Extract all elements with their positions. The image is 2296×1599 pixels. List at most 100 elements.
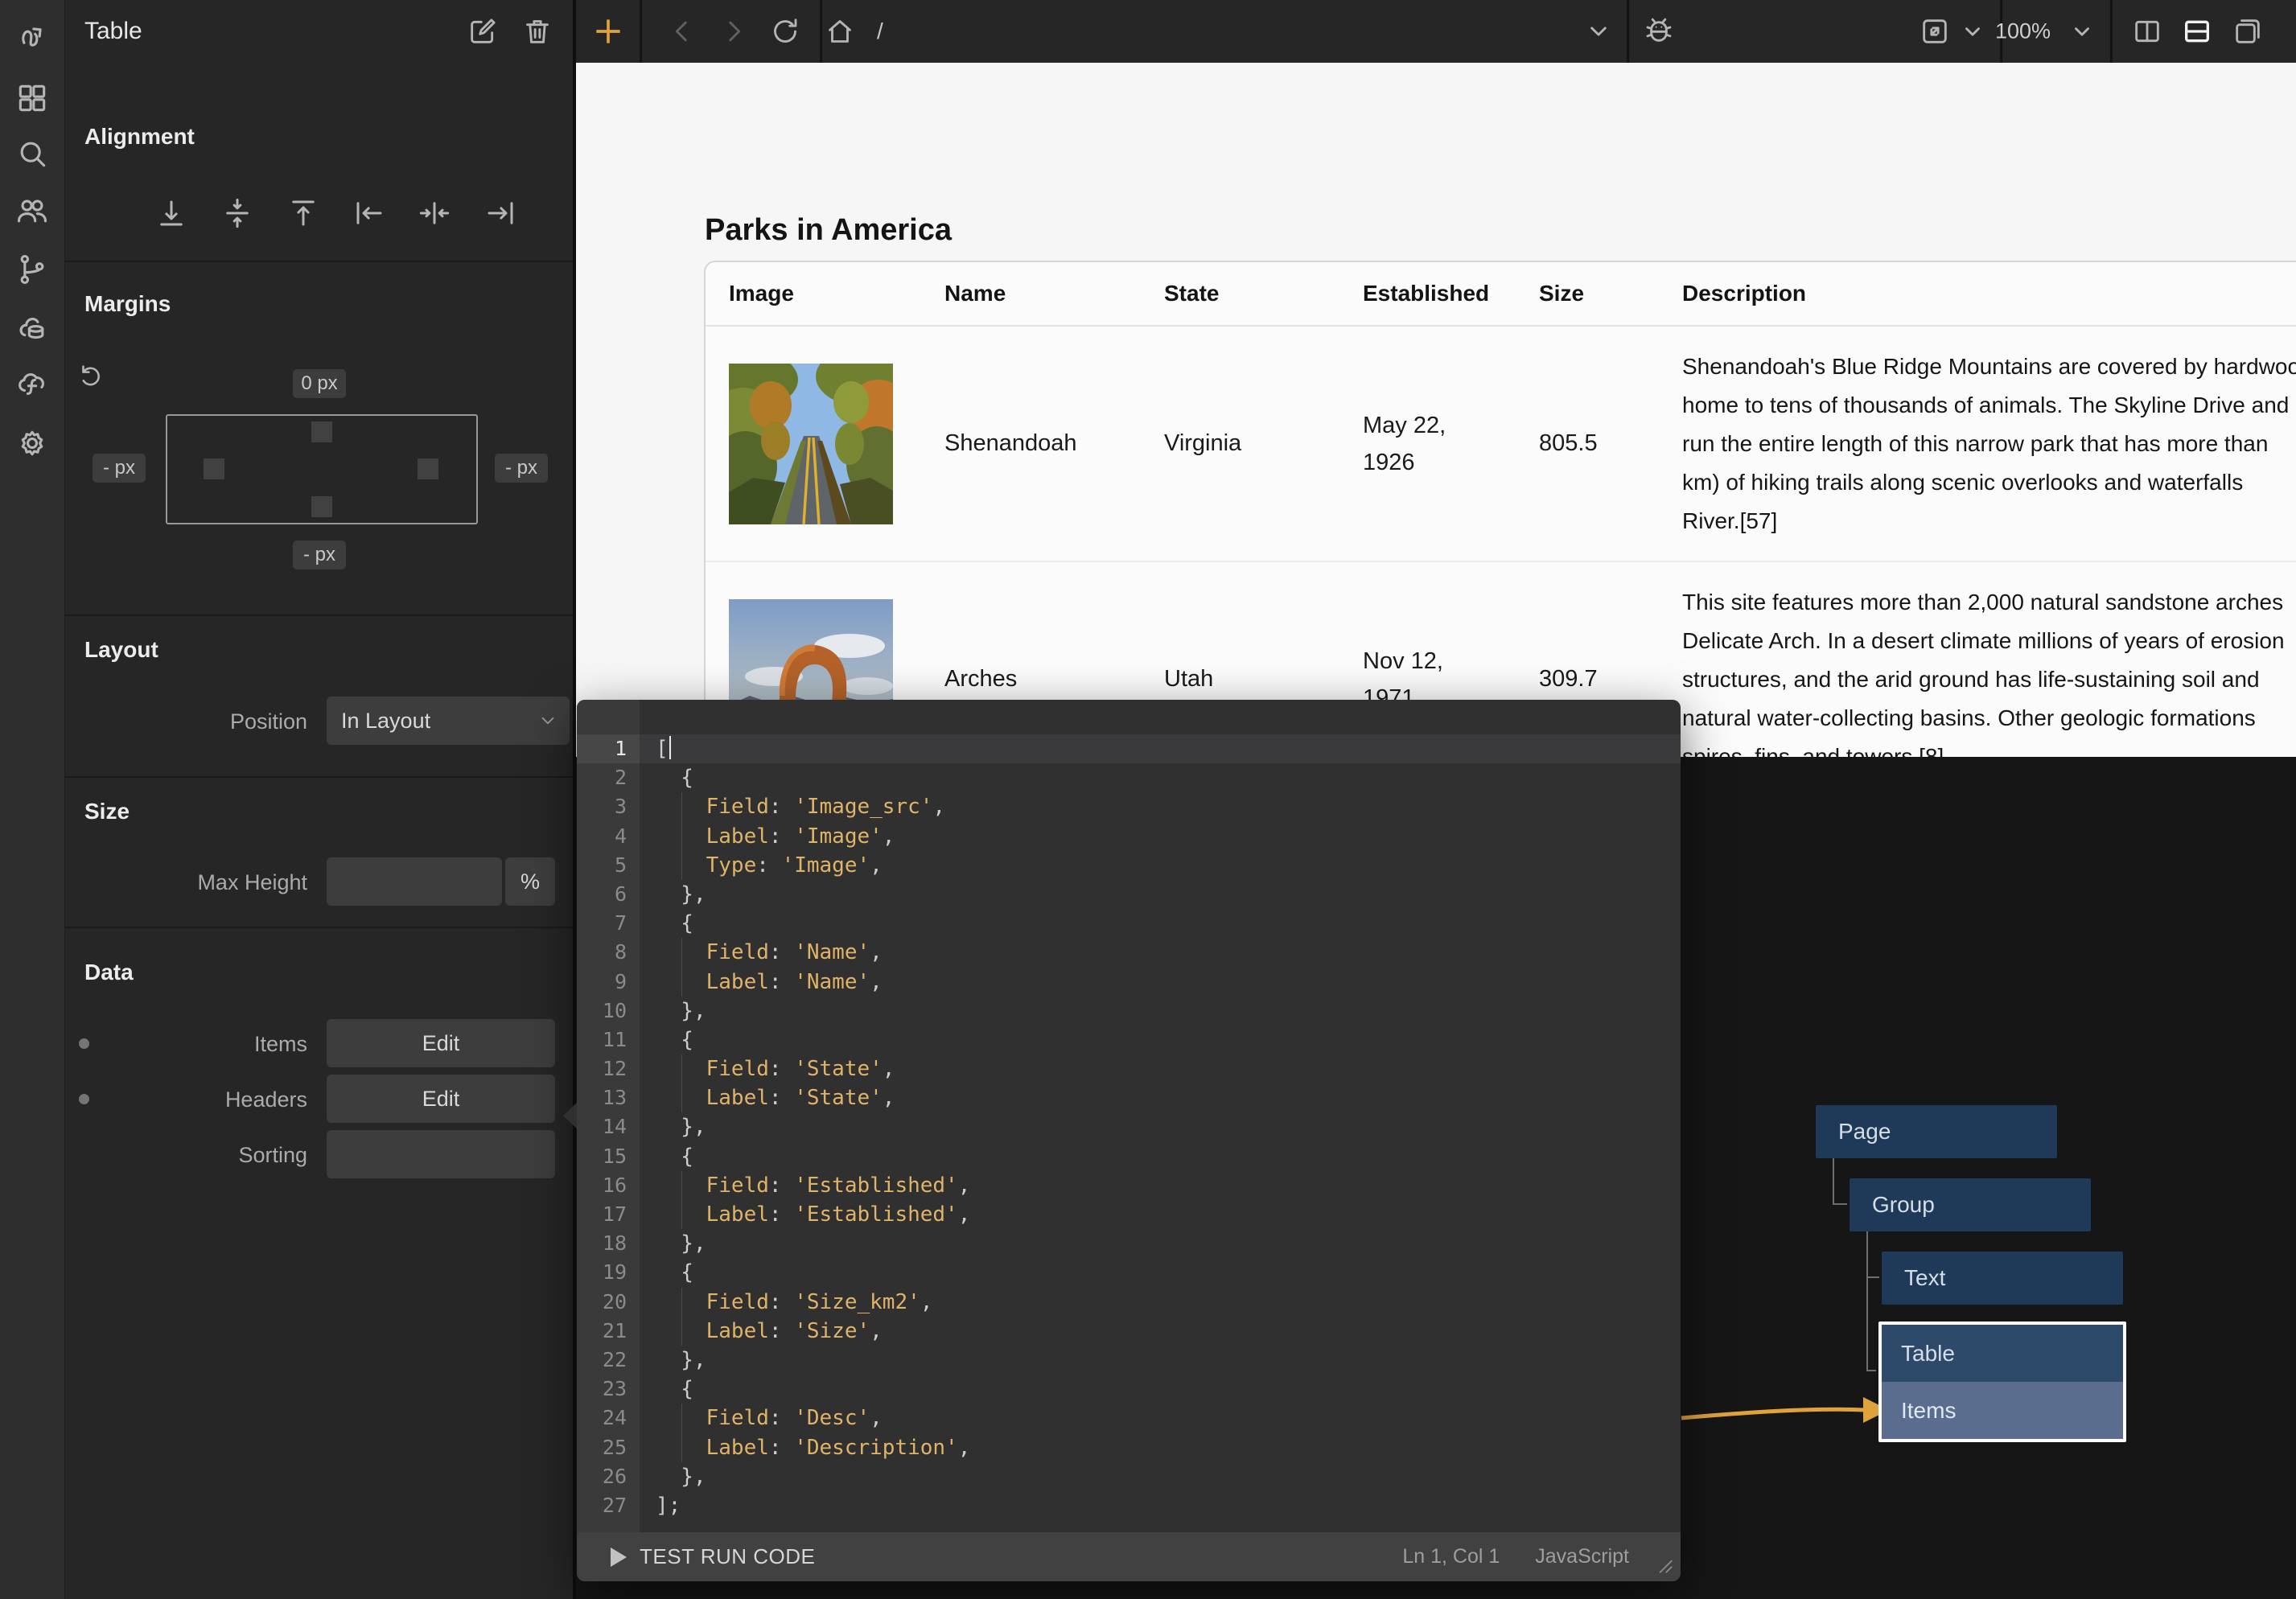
code-line[interactable]: 26 },: [577, 1462, 1681, 1491]
users-icon[interactable]: [14, 193, 50, 228]
code-line[interactable]: 12 Field: 'State',: [577, 1054, 1681, 1083]
tree-node-text[interactable]: Text: [1882, 1252, 2123, 1305]
editor-popover-tail: [563, 1102, 578, 1129]
page-path[interactable]: /: [877, 18, 883, 44]
code-line[interactable]: 24 Field: 'Desc',: [577, 1404, 1681, 1433]
align-left-icon[interactable]: [352, 196, 386, 230]
data-sources-icon[interactable]: [14, 310, 50, 346]
margin-handle-right[interactable]: [418, 458, 438, 479]
margin-right-input[interactable]: - px: [495, 454, 548, 483]
position-select[interactable]: In Layout: [327, 697, 570, 745]
margin-top-input[interactable]: 0 px: [293, 369, 346, 398]
zoom-dropdown-chevron-icon[interactable]: [2066, 15, 2098, 47]
margin-handle-left[interactable]: [204, 458, 224, 479]
code-line[interactable]: 11 {: [577, 1026, 1681, 1054]
code-line[interactable]: 13 Label: 'State',: [577, 1083, 1681, 1112]
table-component[interactable]: Image Name State Established Size Descri…: [704, 261, 2296, 757]
stacked-windows-icon[interactable]: [2232, 15, 2264, 47]
tree-node-label: Text: [1904, 1265, 1945, 1291]
code-line[interactable]: 14 },: [577, 1112, 1681, 1141]
cell-established: May 22, 1926: [1363, 407, 1539, 481]
test-run-code-button[interactable]: TEST RUN CODE: [611, 1544, 815, 1569]
version-control-icon[interactable]: [14, 252, 50, 287]
tree-node-table[interactable]: Table: [1882, 1325, 2123, 1382]
reset-margins-icon[interactable]: [76, 362, 105, 391]
items-label: Items: [82, 1032, 307, 1057]
align-top-icon[interactable]: [286, 196, 320, 230]
code-line[interactable]: 17 Label: 'Established',: [577, 1200, 1681, 1229]
code-lines[interactable]: 1[2 {3 Field: 'Image_src',4 Label: 'Imag…: [577, 734, 1681, 1520]
zoom-level[interactable]: 100%: [1995, 19, 2051, 44]
code-line[interactable]: 21 Label: 'Size',: [577, 1317, 1681, 1346]
app-logo-icon[interactable]: [14, 19, 50, 55]
code-line[interactable]: 27];: [577, 1491, 1681, 1520]
col-header-image: Image: [729, 281, 944, 306]
code-line[interactable]: 15 {: [577, 1142, 1681, 1171]
delete-component-icon[interactable]: [521, 15, 553, 47]
code-line[interactable]: 3 Field: 'Image_src',: [577, 792, 1681, 821]
tree-node-label: Group: [1872, 1192, 1935, 1218]
tree-node-table-items[interactable]: Items: [1882, 1382, 2123, 1439]
code-line[interactable]: 23 {: [577, 1375, 1681, 1404]
nav-back-icon[interactable]: [666, 15, 698, 47]
language-indicator: JavaScript: [1535, 1545, 1629, 1568]
align-horizontal-center-icon[interactable]: [418, 196, 451, 230]
align-bottom-icon[interactable]: [154, 196, 188, 230]
align-vertical-center-icon[interactable]: [220, 196, 254, 230]
margin-left-input[interactable]: - px: [93, 454, 146, 483]
position-label: Position: [82, 709, 307, 734]
editor-footer: TEST RUN CODE Ln 1, Col 1 JavaScript: [577, 1532, 1681, 1581]
max-height-unit[interactable]: %: [505, 857, 555, 906]
split-rows-icon[interactable]: [2181, 15, 2213, 47]
align-right-icon[interactable]: [483, 196, 517, 230]
viewport-size-icon[interactable]: [1919, 15, 1951, 47]
cell-state: Virginia: [1164, 430, 1363, 457]
path-dropdown-chevron-icon[interactable]: [1582, 15, 1615, 47]
tree-node-group[interactable]: Group: [1850, 1178, 2091, 1231]
code-line[interactable]: 9 Label: 'Name',: [577, 968, 1681, 997]
debug-bug-icon[interactable]: [1643, 15, 1675, 47]
code-line[interactable]: 6 },: [577, 880, 1681, 909]
split-columns-icon[interactable]: [2131, 15, 2163, 47]
max-height-input[interactable]: [327, 857, 502, 906]
code-line[interactable]: 7 {: [577, 909, 1681, 938]
section-heading-size: Size: [84, 799, 130, 824]
top-toolbar: Table /: [64, 0, 2296, 63]
margin-handle-bottom[interactable]: [311, 496, 332, 517]
add-component-button[interactable]: [576, 0, 640, 63]
rename-component-icon[interactable]: [467, 15, 499, 47]
margin-handle-top[interactable]: [311, 421, 332, 442]
settings-gear-icon[interactable]: [14, 425, 50, 461]
code-line[interactable]: 25 Label: 'Description',: [577, 1433, 1681, 1462]
code-line[interactable]: 16 Field: 'Established',: [577, 1171, 1681, 1200]
sorting-input[interactable]: [327, 1130, 555, 1178]
icon-rail: [0, 0, 65, 1599]
code-line[interactable]: 22 },: [577, 1346, 1681, 1375]
code-line[interactable]: 1[: [577, 734, 1681, 763]
canvas-preview[interactable]: Parks in America Image Name State Establ…: [576, 63, 2296, 757]
margin-bottom-input[interactable]: - px: [293, 541, 346, 569]
preview-page-title: Parks in America: [705, 213, 952, 248]
functions-icon[interactable]: [14, 366, 50, 401]
code-line[interactable]: 10 },: [577, 997, 1681, 1026]
components-icon[interactable]: [14, 80, 50, 116]
search-icon[interactable]: [14, 136, 50, 171]
viewport-dropdown-chevron-icon[interactable]: [1957, 15, 1989, 47]
code-line[interactable]: 4 Label: 'Image',: [577, 822, 1681, 851]
code-line[interactable]: 5 Type: 'Image',: [577, 851, 1681, 880]
refresh-icon[interactable]: [769, 15, 801, 47]
items-edit-button[interactable]: Edit: [327, 1019, 555, 1067]
sorting-label: Sorting: [82, 1143, 307, 1168]
code-line[interactable]: 20 Field: 'Size_km2',: [577, 1288, 1681, 1317]
tree-node-page[interactable]: Page: [1816, 1105, 2057, 1158]
headers-edit-button[interactable]: Edit: [327, 1075, 555, 1123]
cell-description: This site features more than 2,000 natur…: [1682, 583, 2296, 758]
code-line[interactable]: 8 Field: 'Name',: [577, 938, 1681, 967]
selected-component-title: Table: [84, 18, 142, 45]
code-line[interactable]: 2 {: [577, 763, 1681, 792]
code-line[interactable]: 19 {: [577, 1258, 1681, 1287]
nav-forward-icon[interactable]: [718, 15, 750, 47]
code-line[interactable]: 18 },: [577, 1229, 1681, 1258]
resize-grip-icon[interactable]: [1653, 1554, 1674, 1575]
home-icon[interactable]: [824, 15, 856, 47]
